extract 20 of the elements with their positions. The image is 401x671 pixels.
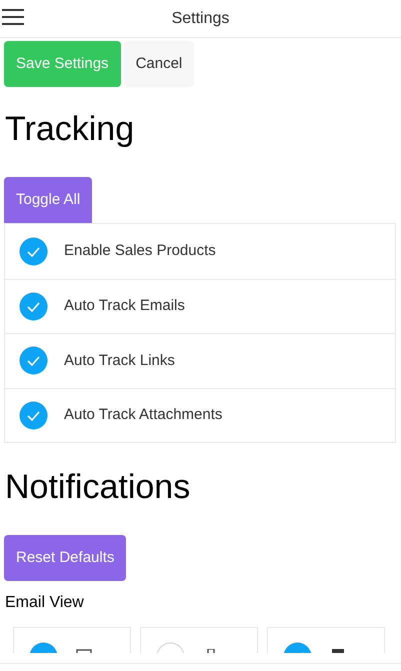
toggle-row[interactable]: Auto Track Links [5, 333, 395, 388]
toggle-label: Auto Track Attachments [64, 405, 222, 425]
page-title: Settings [172, 8, 230, 28]
toggle-row[interactable]: Auto Track Emails [5, 278, 395, 333]
reset-defaults-button[interactable]: Reset Defaults [4, 535, 126, 581]
toggle-label: Auto Track Links [64, 350, 175, 370]
toggle-label: Auto Track Emails [64, 296, 185, 316]
cancel-button[interactable]: Cancel [124, 41, 194, 87]
checked-circle-icon[interactable] [19, 400, 48, 430]
checked-circle-icon[interactable] [19, 292, 48, 321]
toggle-row[interactable]: Enable Sales Products [5, 224, 395, 278]
checked-circle-icon[interactable] [19, 346, 48, 376]
email-view-label: Email View [4, 593, 85, 613]
section-heading: Notifications [4, 467, 192, 508]
menu-icon[interactable] [2, 9, 24, 25]
section-heading: Tracking [4, 109, 136, 150]
toggle-label: Enable Sales Products [64, 241, 216, 261]
toggle-row[interactable]: Auto Track Attachments [5, 388, 395, 442]
checked-circle-icon[interactable] [19, 236, 48, 266]
toggle-all-button[interactable]: Toggle All [4, 177, 92, 223]
